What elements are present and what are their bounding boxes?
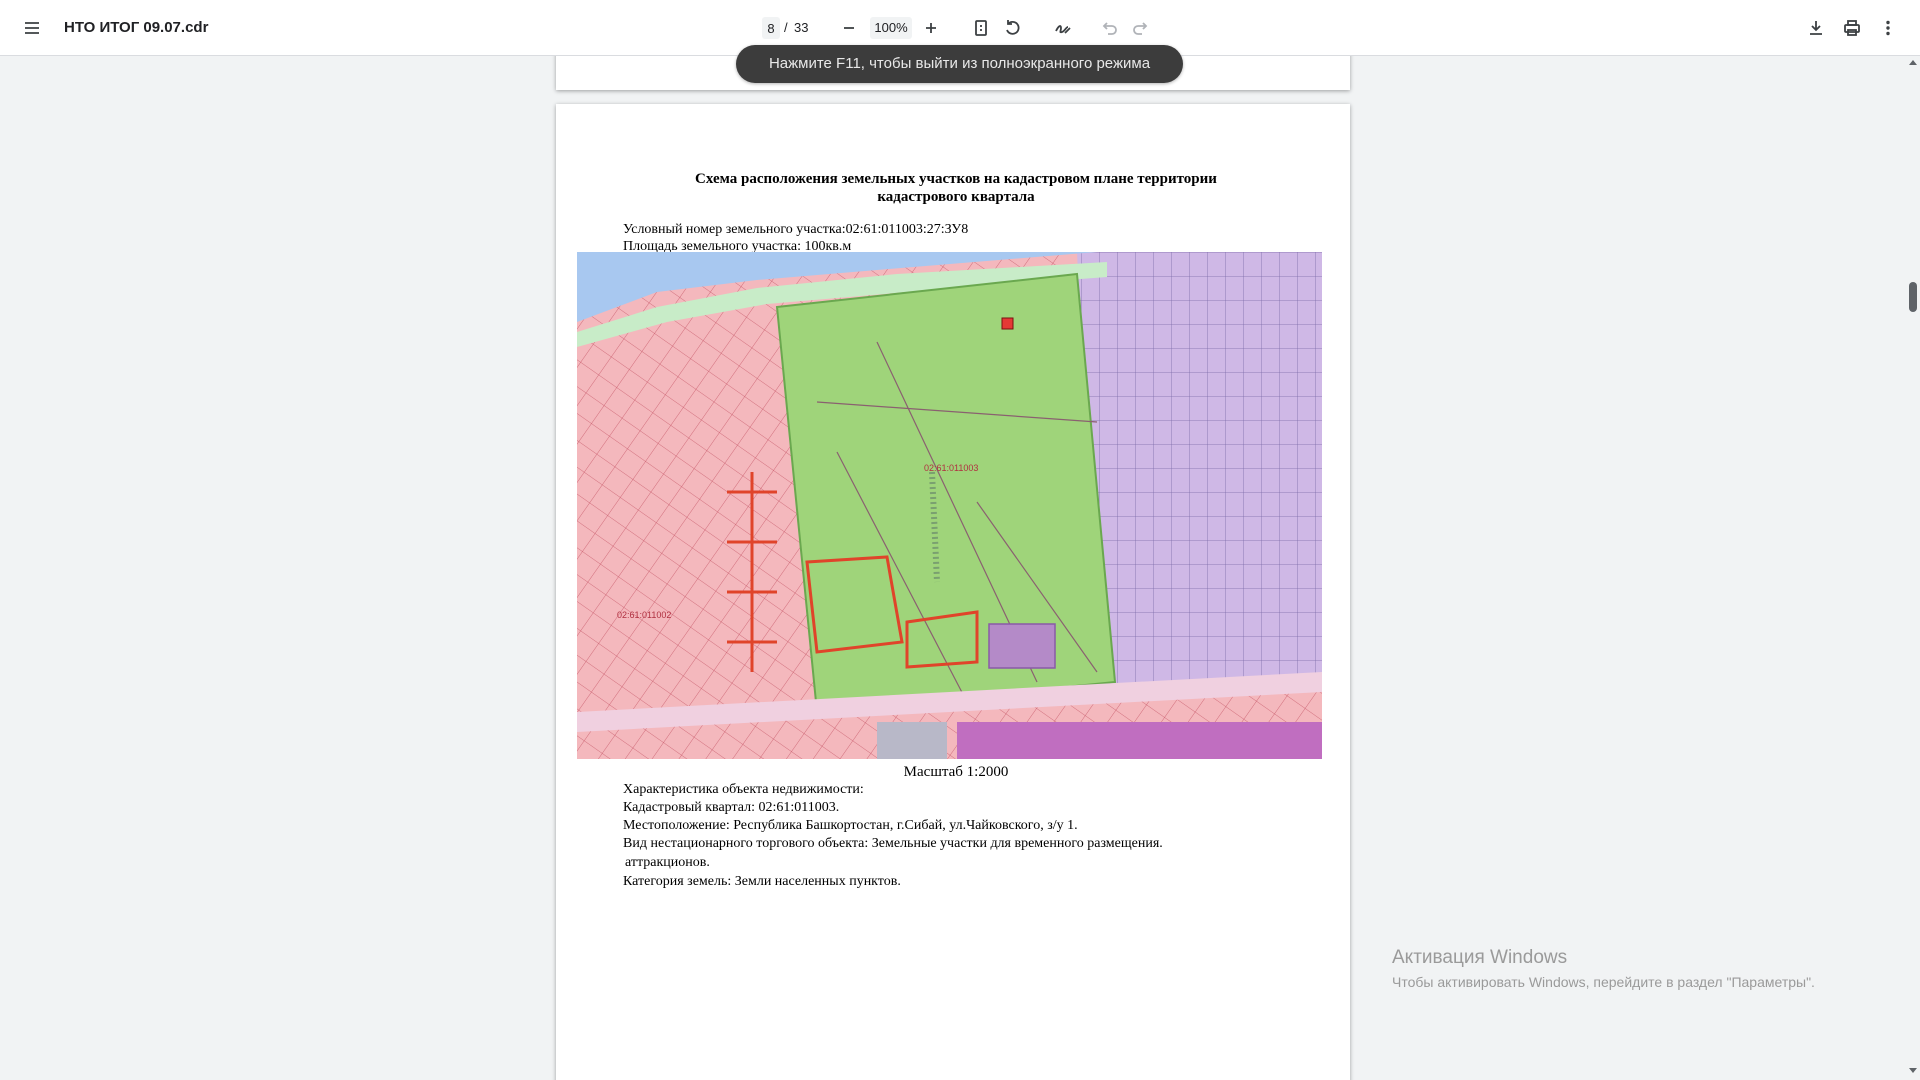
menu-icon (25, 22, 39, 34)
activation-subtitle: Чтобы активировать Windows, перейдите в … (1392, 974, 1815, 990)
annotate-button[interactable] (1047, 12, 1079, 44)
plus-icon (926, 23, 936, 33)
rotate-icon (1006, 20, 1020, 35)
cadastral-map: 02:61:011003 02:61:011002 (577, 252, 1322, 759)
document-heading: Схема расположения земельных участков на… (636, 170, 1276, 206)
more-options-button[interactable] (1872, 12, 1904, 44)
cadastral-map-image: 02:61:011003 02:61:011002 (577, 252, 1322, 759)
object-type-text: Вид нестационарного торгового объекта: З… (623, 836, 1163, 851)
rotate-button[interactable] (997, 12, 1029, 44)
fit-page-icon (975, 20, 987, 36)
more-vert-icon (1886, 20, 1890, 36)
vertical-scrollbar[interactable] (1906, 56, 1920, 1080)
heading-line-2: кадастрового квартала (877, 189, 1035, 205)
undo-icon (1102, 22, 1117, 35)
redo-icon (1133, 22, 1148, 35)
map-label-left: 02:61:011002 (617, 610, 671, 620)
plot-number-text: Условный номер земельного участка:02:61:… (623, 222, 969, 237)
scroll-down-arrow-icon[interactable] (1909, 1068, 1917, 1073)
location-text: Местоположение: Республика Башкортостан,… (623, 818, 1078, 833)
scroll-up-arrow-icon[interactable] (1909, 60, 1917, 65)
scale-text: Масштаб 1:2000 (903, 764, 1009, 780)
document-viewer[interactable]: Схема расположения земельных участков на… (0, 56, 1906, 1080)
characteristics-title: Характеристика объекта недвижимости: (623, 782, 864, 797)
page-separator: / (784, 20, 788, 35)
land-category-text: Категория земель: Земли населенных пункт… (623, 874, 901, 889)
page-total: 33 (794, 20, 809, 35)
draw-icon (1055, 25, 1071, 34)
redo-button[interactable] (1125, 12, 1157, 44)
heading-line-1: Схема расположения земельных участков на… (695, 171, 1217, 187)
zoom-level[interactable]: 100% (870, 17, 912, 39)
scrollbar-thumb[interactable] (1909, 282, 1917, 312)
page-number-input[interactable] (762, 17, 780, 39)
object-type-continuation: аттракционов. (625, 855, 710, 870)
minus-icon (844, 27, 854, 29)
fit-page-button[interactable] (965, 12, 997, 44)
download-button[interactable] (1800, 12, 1832, 44)
zoom-out-button[interactable] (833, 12, 865, 44)
download-icon (1810, 21, 1822, 35)
print-button[interactable] (1836, 12, 1868, 44)
zoom-in-button[interactable] (915, 12, 947, 44)
menu-button[interactable] (16, 12, 48, 44)
map-label-main: 02:61:011003 (924, 463, 978, 473)
print-icon (1844, 20, 1860, 36)
current-page: Схема расположения земельных участков на… (556, 104, 1350, 1080)
fullscreen-exit-toast: Нажмите F11, чтобы выйти из полноэкранно… (736, 45, 1183, 83)
document-title: НТО ИТОГ 09.07.cdr (64, 19, 209, 36)
cadastral-quarter-text: Кадастровый квартал: 02:61:011003. (623, 800, 840, 815)
windows-activation-watermark: Активация Windows Чтобы активировать Win… (1392, 946, 1815, 992)
activation-title: Активация Windows (1392, 947, 1568, 968)
undo-button[interactable] (1093, 12, 1125, 44)
